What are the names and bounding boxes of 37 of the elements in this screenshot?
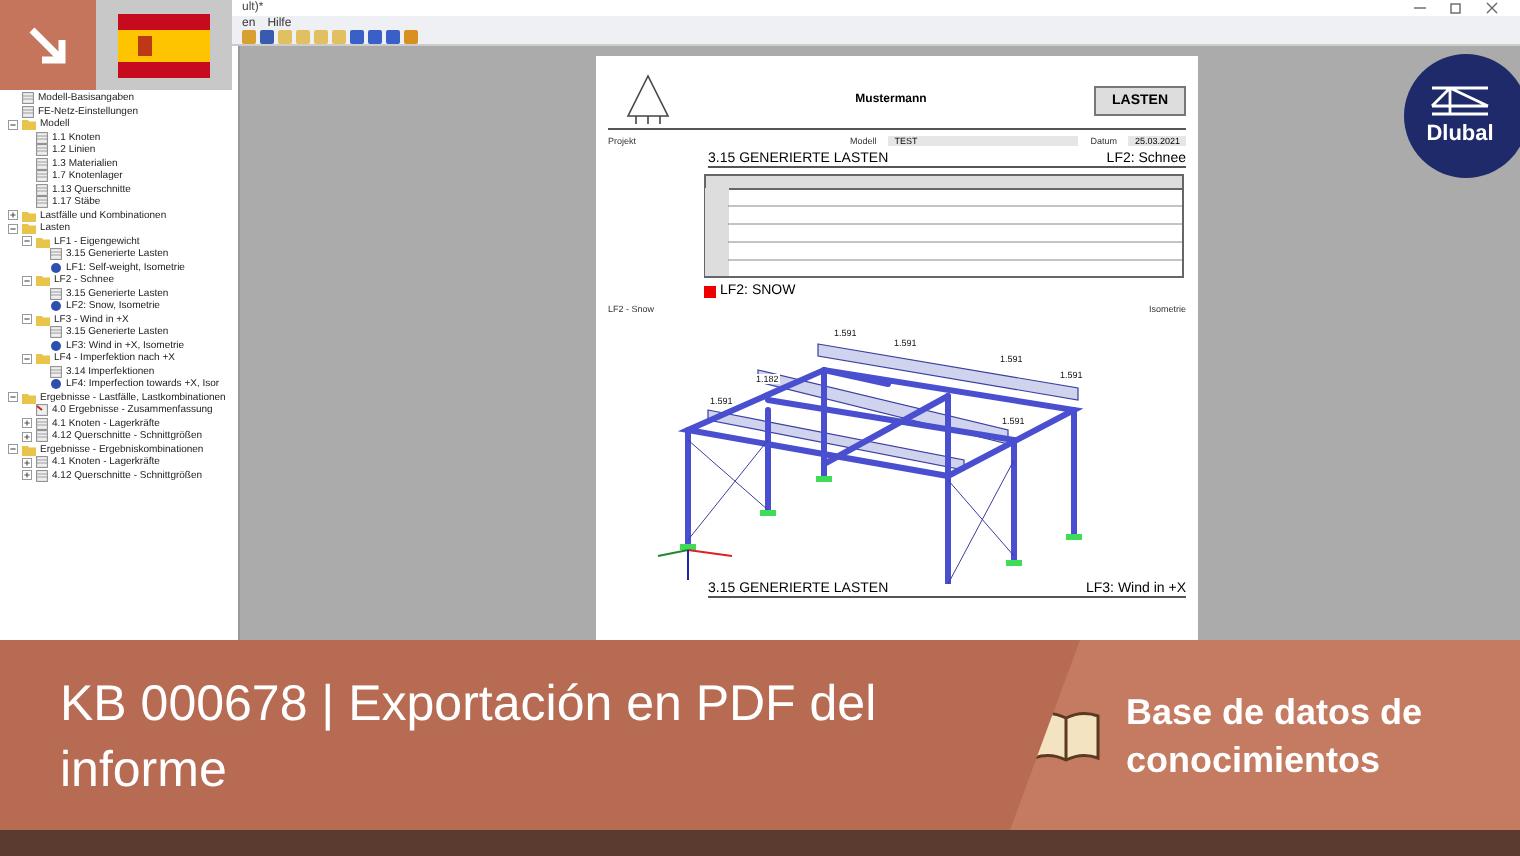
- expand-toggle-icon[interactable]: [22, 418, 32, 429]
- table-icon: [50, 287, 62, 300]
- table-icon: [50, 248, 62, 261]
- model-view-icon: [50, 339, 62, 352]
- table-icon: [50, 365, 62, 378]
- folder-icon: [36, 352, 50, 365]
- expand-toggle-icon[interactable]: [22, 431, 32, 442]
- category-label: Base de datos de conocimientos: [1126, 689, 1425, 783]
- spain-flag-icon: [118, 13, 210, 77]
- collapse-toggle-icon[interactable]: [22, 314, 32, 325]
- collapse-toggle-icon[interactable]: [8, 119, 18, 130]
- logo-text: Dlubal: [1426, 122, 1494, 146]
- arrow-down-right-icon: [26, 23, 70, 67]
- expand-toggle-icon[interactable]: [8, 210, 18, 221]
- model-view-icon: [50, 261, 62, 274]
- bridge-logo-icon: [1430, 86, 1490, 118]
- collapse-toggle-icon[interactable]: [22, 353, 32, 364]
- expand-toggle-icon[interactable]: [22, 470, 32, 481]
- model-view-icon: [50, 300, 62, 313]
- collapse-toggle-icon[interactable]: [8, 223, 18, 234]
- expand-toggle-icon[interactable]: [22, 457, 32, 468]
- folder-icon: [22, 118, 36, 131]
- model-view-icon: [50, 378, 62, 391]
- table-icon: [50, 326, 62, 339]
- marker-icon: [704, 285, 716, 297]
- folder-icon: [36, 313, 50, 326]
- video-title: KB 000678 | Exportación en PDF del informe: [58, 674, 879, 802]
- folder-icon: [36, 274, 50, 287]
- collapse-toggle-icon[interactable]: [8, 392, 18, 403]
- folder-icon: [22, 391, 36, 404]
- collapse-toggle-icon[interactable]: [22, 236, 32, 247]
- folder-icon: [22, 443, 36, 456]
- results-icon: [36, 404, 48, 417]
- collapse-toggle-icon[interactable]: [22, 275, 32, 286]
- restore-icon[interactable]: [1448, 0, 1464, 16]
- close-icon[interactable]: [1484, 0, 1500, 16]
- collapse-toggle-icon[interactable]: [8, 444, 18, 455]
